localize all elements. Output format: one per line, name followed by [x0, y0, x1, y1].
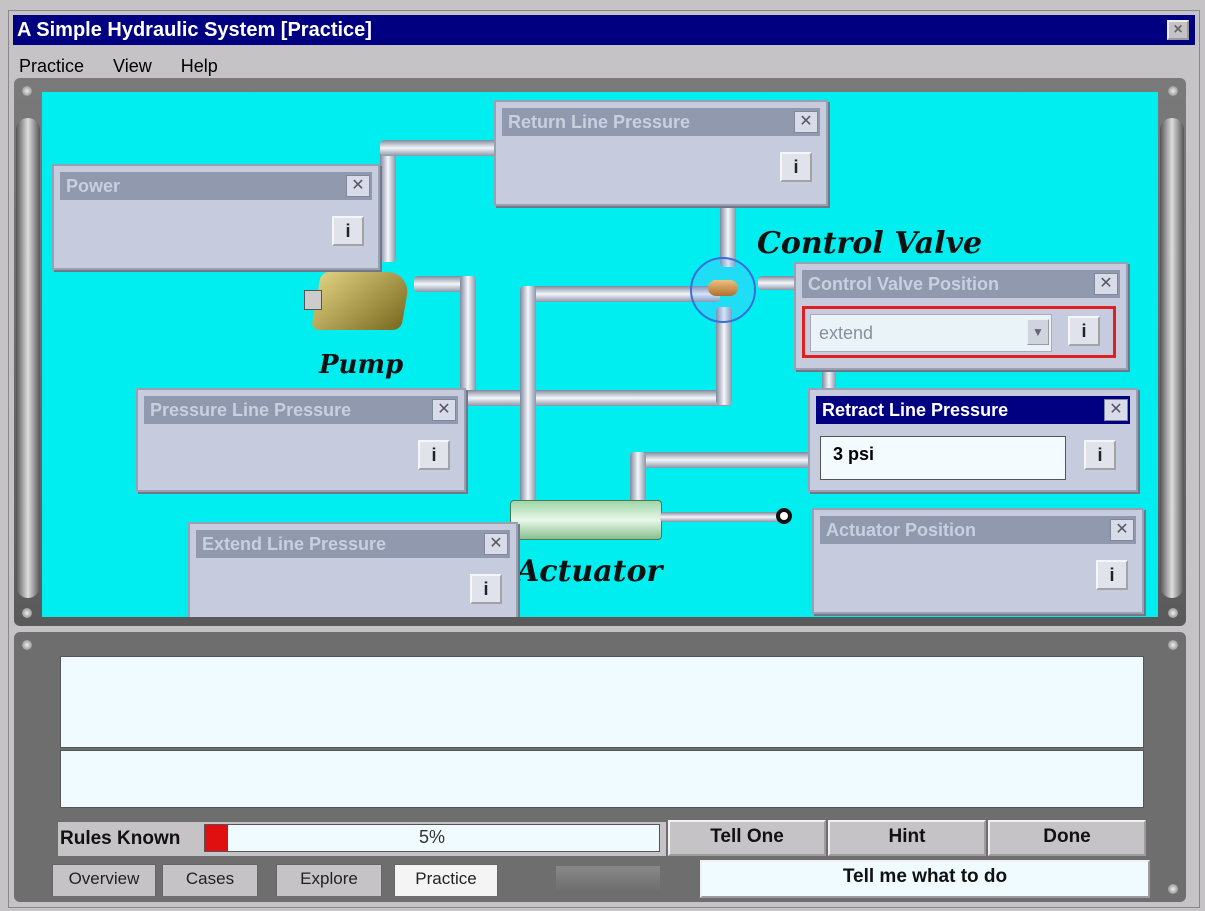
bolt: [1168, 640, 1178, 650]
actuator-position-panel: Actuator Position ✕ i: [812, 508, 1144, 614]
pump[interactable]: [310, 272, 412, 330]
close-panel-button[interactable]: ✕: [1104, 399, 1128, 421]
tab-overview[interactable]: Overview: [52, 864, 156, 896]
pump-shaft: [304, 290, 322, 310]
pressure-line-pressure-panel: Pressure Line Pressure ✕ i: [136, 388, 466, 492]
bolt: [22, 640, 32, 650]
pipe: [380, 140, 510, 156]
menu-help[interactable]: Help: [181, 56, 218, 76]
close-panel-button[interactable]: ✕: [346, 175, 370, 197]
actuator-rod: [660, 512, 780, 522]
menu-view[interactable]: View: [113, 56, 152, 76]
bolt: [1168, 608, 1178, 618]
info-button[interactable]: i: [780, 152, 812, 182]
pipe: [520, 286, 536, 511]
progress-text: 5%: [418, 827, 445, 847]
power-panel: Power ✕ i: [52, 164, 380, 270]
selected-value: extend: [819, 323, 874, 343]
title-bar: A Simple Hydraulic System [Practice] ×: [13, 15, 1195, 45]
hydraulic-diagram-canvas: Control Valve Pump Actuator Return Line …: [42, 92, 1158, 617]
valve-spool: [708, 280, 738, 296]
bolt: [1168, 86, 1178, 96]
menu-practice[interactable]: Practice: [19, 56, 84, 76]
tab-practice[interactable]: Practice: [394, 864, 498, 896]
hint-button[interactable]: Hint: [828, 820, 986, 856]
info-button[interactable]: i: [1068, 316, 1100, 346]
done-button[interactable]: Done: [988, 820, 1146, 856]
tell-one-button[interactable]: Tell One: [668, 820, 826, 856]
panel-title[interactable]: Control Valve Position: [802, 270, 1120, 298]
info-button[interactable]: i: [418, 440, 450, 470]
pipe: [630, 452, 810, 468]
bolt: [22, 86, 32, 96]
menu-bar: Practice View Help: [19, 51, 242, 81]
pipe: [380, 142, 396, 262]
close-panel-button[interactable]: ✕: [432, 399, 456, 421]
extend-line-pressure-panel: Extend Line Pressure ✕ i: [188, 522, 518, 617]
left-rail: [16, 118, 40, 598]
rules-known-label: Rules Known: [60, 828, 181, 849]
pipe: [460, 390, 732, 406]
panel-title[interactable]: Retract Line Pressure: [816, 396, 1130, 424]
close-panel-button[interactable]: ✕: [1094, 273, 1118, 295]
actuator-cylinder[interactable]: [510, 500, 662, 540]
return-line-pressure-panel: Return Line Pressure ✕ i: [494, 100, 828, 206]
close-panel-button[interactable]: ✕: [484, 533, 508, 555]
valve-position-select[interactable]: extend ▼: [810, 314, 1052, 352]
pipe: [460, 276, 476, 406]
bolt: [1168, 884, 1178, 894]
info-button[interactable]: i: [332, 216, 364, 246]
bolt: [22, 608, 32, 618]
info-button[interactable]: i: [1084, 440, 1116, 470]
info-button[interactable]: i: [1096, 560, 1128, 590]
rules-known-bar: Rules Known 5%: [58, 822, 666, 856]
pipe: [758, 276, 798, 290]
tab-explore[interactable]: Explore: [276, 864, 382, 896]
logo: [556, 866, 660, 894]
actuator-rod-end: [776, 508, 792, 524]
chevron-down-icon[interactable]: ▼: [1027, 319, 1049, 345]
tell-me-what-to-do-button[interactable]: Tell me what to do: [700, 860, 1150, 898]
window-title: A Simple Hydraulic System [Practice]: [17, 19, 372, 41]
control-valve-label: Control Valve: [757, 226, 983, 261]
panel-title[interactable]: Return Line Pressure: [502, 108, 820, 136]
control-valve-position-panel: Control Valve Position ✕ extend ▼ i: [794, 262, 1128, 370]
message-area-bottom: [60, 750, 1144, 808]
progress-track: 5%: [204, 824, 660, 852]
panel-title[interactable]: Actuator Position: [820, 516, 1136, 544]
retract-pressure-value: 3 psi: [820, 436, 1066, 480]
actuator-label: Actuator: [516, 554, 663, 589]
message-area-top: [60, 656, 1144, 748]
panel-title[interactable]: Extend Line Pressure: [196, 530, 510, 558]
close-window-button[interactable]: ×: [1167, 20, 1189, 40]
panel-title[interactable]: Pressure Line Pressure: [144, 396, 458, 424]
close-panel-button[interactable]: ✕: [794, 111, 818, 133]
right-rail[interactable]: [1160, 118, 1184, 598]
close-panel-button[interactable]: ✕: [1110, 519, 1134, 541]
pump-label: Pump: [319, 350, 404, 380]
info-button[interactable]: i: [470, 574, 502, 604]
retract-line-pressure-panel: Retract Line Pressure ✕ 3 psi i: [808, 388, 1138, 492]
tab-cases[interactable]: Cases: [162, 864, 258, 896]
panel-title[interactable]: Power: [60, 172, 372, 200]
